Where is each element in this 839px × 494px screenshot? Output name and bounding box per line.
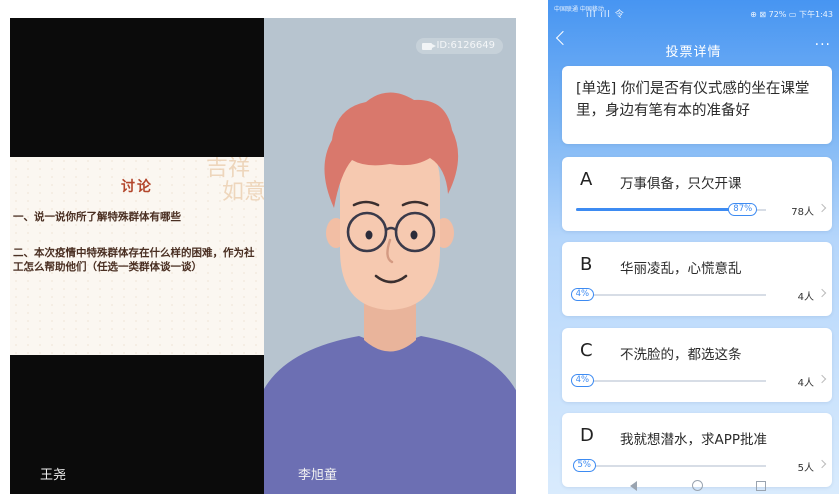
shared-slide: 吉祥 如意 讨论 一、说一说你所了解特殊群体有哪些 二、本次疫情中特殊群体存在什么…	[10, 157, 264, 355]
option-letter: B	[580, 254, 593, 275]
option-card-a[interactable]: A 万事俱备，只欠开课 87% 78人	[562, 157, 832, 231]
option-text: 万事俱备，只欠开课	[620, 176, 742, 192]
avatar-illustration	[264, 92, 516, 494]
option-percent-badge: 4%	[570, 374, 595, 387]
video-tile-avatar[interactable]: ID:6126649 李旭童	[264, 18, 516, 494]
option-percent-badge: 87%	[728, 203, 758, 216]
question-card: [单选] 你们是否有仪式感的坐在课堂里，身边有笔有本的准备好	[562, 66, 832, 144]
signal-icon: ıll ıll 令	[586, 10, 625, 20]
option-card-d[interactable]: D 我就想潜水，求APP批准 5% 5人	[562, 413, 832, 487]
option-vote-count: 78人	[791, 207, 814, 218]
android-nav-bar	[548, 478, 839, 494]
chevron-right-icon[interactable]	[817, 459, 827, 469]
question-text: [单选] 你们是否有仪式感的坐在课堂里，身边有笔有本的准备好	[576, 81, 810, 119]
option-letter: A	[580, 169, 593, 190]
option-card-c[interactable]: C 不洗脸的，都选这条 4% 4人	[562, 328, 832, 402]
battery-time-label: ⊕ ⊠ 72% ▭ 下午1:43	[750, 10, 833, 19]
nav-recent-icon[interactable]	[756, 481, 766, 491]
option-text: 不洗脸的，都选这条	[620, 347, 742, 363]
option-card-b[interactable]: B 华丽凌乱，心慌意乱 4% 4人	[562, 242, 832, 316]
slide-title: 讨论	[121, 179, 153, 195]
slide-line-2: 二、本次疫情中特殊群体存在什么样的困难，作为社工怎么帮助他们（任选一类群体谈一谈…	[13, 247, 255, 273]
option-progress-fill	[576, 208, 742, 212]
slide-line-1: 一、说一说你所了解特殊群体有哪些	[13, 211, 181, 223]
nav-home-icon[interactable]	[692, 480, 703, 491]
option-percent-badge: 5%	[572, 459, 596, 472]
option-progress-track	[576, 465, 766, 467]
participant-name: 李旭童	[298, 468, 338, 483]
status-bar: 中国联通 中国移动 ıll ıll 令 ⊕ ⊠ 72% ▭ 下午1:43	[548, 0, 839, 26]
room-id-text: ID:6126649	[436, 40, 495, 51]
chevron-right-icon[interactable]	[817, 374, 827, 384]
chevron-right-icon[interactable]	[817, 203, 827, 213]
page-title: 投票详情	[665, 45, 722, 60]
camera-icon	[422, 42, 437, 50]
option-vote-count: 4人	[797, 292, 814, 303]
option-text: 我就想潜水，求APP批准	[620, 432, 768, 448]
avatar-eye-right	[410, 230, 418, 240]
option-percent-badge: 4%	[570, 288, 595, 301]
video-tile-shared-screen[interactable]: 吉祥 如意 讨论 一、说一说你所了解特殊群体有哪些 二、本次疫情中特殊群体存在什么…	[10, 18, 264, 494]
option-progress-track	[576, 380, 766, 382]
avatar-eye-left	[365, 230, 373, 240]
option-vote-count: 4人	[797, 378, 814, 389]
option-vote-count: 5人	[797, 463, 814, 474]
option-progress-track	[576, 294, 766, 296]
chevron-right-icon[interactable]	[817, 288, 827, 298]
phone-screen: 中国联通 中国移动 ıll ıll 令 ⊕ ⊠ 72% ▭ 下午1:43 投票详…	[548, 0, 839, 494]
nav-back-icon[interactable]	[630, 481, 637, 491]
more-icon[interactable]: ···	[815, 38, 831, 52]
participant-name: 王尧	[40, 468, 67, 483]
option-letter: C	[580, 340, 593, 361]
room-id-badge: ID:6126649	[416, 38, 503, 54]
option-letter: D	[580, 425, 594, 446]
option-text: 华丽凌乱，心慌意乱	[620, 261, 742, 277]
